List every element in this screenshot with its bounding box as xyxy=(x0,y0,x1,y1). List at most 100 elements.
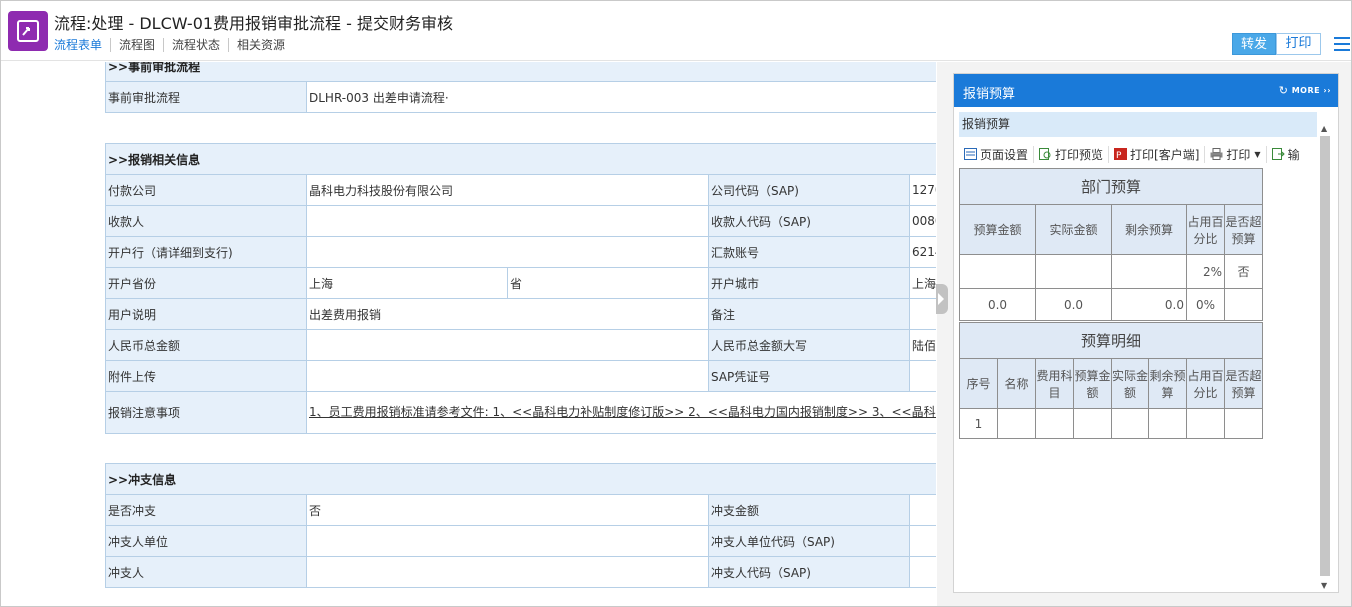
offset-person-value[interactable] xyxy=(306,556,709,588)
app-window: 流程:处理 - DLCW-01费用报销审批流程 - 提交财务审核 流程表单 流程… xyxy=(0,0,1352,607)
field-label: 收款人代码（SAP) xyxy=(708,205,910,237)
bank-value[interactable] xyxy=(306,236,709,268)
printer-icon xyxy=(1210,148,1223,160)
field-label: 人民币总金额大写 xyxy=(708,329,910,361)
print-preview-button[interactable]: 打印预览 xyxy=(1034,145,1110,163)
scroll-down-icon[interactable]: ▼ xyxy=(1321,581,1327,590)
offset-unit-value[interactable] xyxy=(306,525,709,557)
province-suffix: 省 xyxy=(507,267,709,299)
field-label: 用户说明 xyxy=(105,298,307,330)
field-label: 开户省份 xyxy=(105,267,307,299)
rmb-upper-value[interactable]: 陆佰 xyxy=(908,329,936,361)
pay-company-value[interactable]: 晶科电力科技股份有限公司 xyxy=(306,174,709,206)
dept-budget-table: 部门预算 预算金额 实际金额 剩余预算 占用百分比 是否超预算 2% 否 0.0… xyxy=(959,168,1263,321)
print-dropdown-button[interactable]: 打印 ▼ xyxy=(1205,145,1267,163)
usage-value[interactable]: 出差费用报销 xyxy=(306,298,709,330)
export-icon xyxy=(1271,148,1285,160)
table-cell xyxy=(1035,254,1112,289)
province-value[interactable]: 上海 xyxy=(306,267,508,299)
page-title: 流程:处理 - DLCW-01费用报销审批流程 - 提交财务审核 xyxy=(54,14,453,33)
pre-approval-table: >>事前审批流程 事前审批流程 DLHR-003 出差申请流程· xyxy=(105,62,936,113)
offset-unit-code-value[interactable] xyxy=(909,525,936,557)
offset-person-code-value[interactable] xyxy=(909,556,936,588)
budget-panel: 报销预算 ↻ MORE ›› 报销预算 页面设置 打印预览 P 打印[客户端] … xyxy=(953,73,1339,593)
budget-detail-caption: 预算明细 xyxy=(958,322,1264,359)
account-value[interactable]: 6214 xyxy=(908,236,936,268)
company-code-value[interactable]: 1270 xyxy=(908,174,936,206)
page-setup-icon xyxy=(964,148,977,160)
table-cell: 0.0 xyxy=(1035,288,1112,321)
panel-scrollbar[interactable]: ▲ ▼ xyxy=(1318,124,1332,590)
section-header: >>报销相关信息 xyxy=(104,143,936,175)
field-label: 冲支人代码（SAP) xyxy=(708,556,910,588)
field-label: SAP凭证号 xyxy=(708,360,910,392)
city-value[interactable]: 上海 xyxy=(908,267,936,299)
forward-button[interactable]: 转发 xyxy=(1232,33,1276,55)
export-button[interactable]: 输 xyxy=(1267,146,1305,163)
collapse-panel-handle[interactable] xyxy=(936,284,948,314)
table-cell: 0.0 xyxy=(1111,288,1187,321)
workflow-logo-icon xyxy=(8,11,48,51)
svg-text:P: P xyxy=(1116,151,1122,160)
field-label: 事前审批流程 xyxy=(105,81,307,113)
field-label: 备注 xyxy=(708,298,910,330)
scroll-up-icon[interactable]: ▲ xyxy=(1321,124,1327,133)
panel-subheader: 报销预算 xyxy=(959,112,1317,137)
column-header: 预算金额 xyxy=(959,204,1036,255)
field-label: 冲支金额 xyxy=(708,494,910,526)
header: 流程:处理 - DLCW-01费用报销审批流程 - 提交财务审核 流程表单 流程… xyxy=(1,1,1351,61)
tab-bar: 流程表单 流程图 流程状态 相关资源 xyxy=(54,38,293,52)
print-preview-icon xyxy=(1039,148,1051,160)
notice-link[interactable]: 1、员工费用报销标准请参考文件: 1、<<晶科电力补贴制度修订版>> 2、<<晶… xyxy=(305,391,936,434)
menu-list-icon[interactable] xyxy=(1334,37,1350,51)
column-header: 是否超预算 xyxy=(1223,358,1264,409)
tab-related-resources[interactable]: 相关资源 xyxy=(228,38,293,52)
chevron-down-icon: ▼ xyxy=(1254,149,1261,159)
table-row: 2% 否 xyxy=(959,254,1263,289)
page-setup-button[interactable]: 页面设置 xyxy=(959,145,1035,163)
scrollbar-thumb[interactable] xyxy=(1320,136,1330,576)
dept-budget-caption: 部门预算 xyxy=(959,168,1263,205)
field-label: 人民币总金额 xyxy=(105,329,307,361)
print-button[interactable]: 打印 xyxy=(1276,33,1321,55)
column-header: 名称 xyxy=(997,358,1036,409)
offset-amount-value[interactable] xyxy=(909,494,936,526)
more-link[interactable]: MORE ›› xyxy=(1292,86,1331,95)
table-cell: 2% xyxy=(1186,254,1225,289)
print-client-button[interactable]: P 打印[客户端] xyxy=(1109,145,1206,163)
tab-form[interactable]: 流程表单 xyxy=(54,38,110,52)
section-header: >>冲支信息 xyxy=(105,463,936,495)
field-label: 付款公司 xyxy=(105,174,307,206)
table-cell xyxy=(1073,408,1112,439)
header-actions: 转发 打印 xyxy=(1232,33,1321,55)
offset-info-table: >>冲支信息 是否冲支 否 冲支金额 冲支人单位 冲支人单位代码（SAP) 冲支… xyxy=(105,463,936,588)
remark-value[interactable] xyxy=(908,298,936,330)
field-label: 公司代码（SAP) xyxy=(708,174,910,206)
column-header: 是否超预算 xyxy=(1224,204,1263,255)
table-cell xyxy=(1111,408,1149,439)
field-label: 汇款账号 xyxy=(708,236,910,268)
section-header: >>事前审批流程 xyxy=(105,62,936,82)
table-cell xyxy=(1111,254,1187,289)
table-row: 0.0 0.0 0.0 0% xyxy=(959,288,1263,321)
field-label: 开户城市 xyxy=(708,267,910,299)
rmb-total-value[interactable] xyxy=(306,329,709,361)
form-area: >>事前审批流程 事前审批流程 DLHR-003 出差申请流程· >>报销相关信… xyxy=(1,62,936,606)
sap-voucher-value[interactable] xyxy=(908,360,936,392)
pre-approval-value[interactable]: DLHR-003 出差申请流程· xyxy=(306,81,936,113)
column-header: 实际金额 xyxy=(1111,358,1149,409)
table-cell xyxy=(1186,408,1225,439)
tab-flowchart[interactable]: 流程图 xyxy=(110,38,163,52)
field-label: 冲支人 xyxy=(105,556,307,588)
table-cell xyxy=(1224,288,1263,321)
table-cell: 否 xyxy=(1224,254,1263,289)
tab-flow-status[interactable]: 流程状态 xyxy=(163,38,228,52)
field-label: 冲支人单位代码（SAP) xyxy=(708,525,910,557)
payee-code-value[interactable]: 0080 xyxy=(908,205,936,237)
payee-value[interactable] xyxy=(306,205,709,237)
offset-value[interactable]: 否 xyxy=(306,494,709,526)
field-label: 冲支人单位 xyxy=(105,525,307,557)
refresh-icon[interactable]: ↻ xyxy=(1279,84,1288,97)
attachment-upload[interactable] xyxy=(306,360,709,392)
field-label: 开户行（请详细到支行) xyxy=(105,236,307,268)
